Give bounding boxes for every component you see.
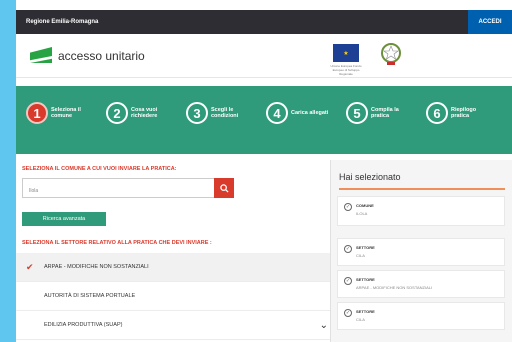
selection-card: ✓ COMUNE ILOLA bbox=[337, 196, 505, 226]
top-bar: Regione Emilia-Romagna ACCEDI bbox=[16, 10, 512, 34]
step-4[interactable]: 4 Carica allegati bbox=[266, 102, 329, 124]
selection-key: SETTORE bbox=[356, 245, 375, 250]
list-item[interactable]: AUTORITÀ DI SISTEMA PORTUALE bbox=[16, 282, 338, 311]
summary-title: Hai selezionato bbox=[339, 172, 401, 182]
search-icon bbox=[219, 183, 229, 193]
summary-panel: Hai selezionato ✓ COMUNE ILOLA ✓ SETTORE… bbox=[330, 160, 512, 342]
step-number: 5 bbox=[346, 102, 368, 124]
step-label: Scegli le condizioni bbox=[211, 106, 239, 120]
selection-card: ✓ SETTORE ARPAE - MODIFICHE NON SOSTANZI… bbox=[337, 270, 505, 298]
step-5[interactable]: 5 Compila la pratica bbox=[346, 102, 409, 124]
check-circle-icon: ✓ bbox=[344, 203, 352, 211]
check-icon: ✔ bbox=[26, 261, 34, 272]
selection-key: COMUNE bbox=[356, 203, 374, 208]
selection-value: ARPAE - MODIFICHE NON SOSTANZIALI bbox=[356, 285, 433, 290]
list-item-label: ARPAE - MODIFICHE NON SOSTANZIALI bbox=[44, 264, 149, 270]
step-label: Cosa vuoi richiedere bbox=[131, 106, 158, 120]
login-button[interactable]: ACCEDI bbox=[468, 10, 512, 34]
region-link[interactable]: Regione Emilia-Romagna bbox=[16, 19, 98, 25]
settore-section-title: SELEZIONA IL SETTORE RELATIVO ALLA PRATI… bbox=[22, 240, 212, 246]
eu-flag-icon: ★ bbox=[333, 44, 359, 62]
summary-divider bbox=[339, 188, 505, 190]
selection-key: SETTORE bbox=[356, 309, 375, 314]
selection-card: ✓ SETTORE CILA bbox=[337, 238, 505, 266]
eu-caption: Unione Europea Fondo Europeo di Sviluppo… bbox=[330, 64, 362, 76]
step-number: 1 bbox=[26, 102, 48, 124]
comune-search-box bbox=[22, 178, 234, 200]
step-label: Carica allegati bbox=[291, 109, 329, 116]
list-item[interactable]: ✔ ARPAE - MODIFICHE NON SOSTANZIALI bbox=[16, 253, 338, 282]
selection-value: ILOLA bbox=[356, 211, 368, 216]
check-circle-icon: ✓ bbox=[344, 277, 352, 285]
selection-key: SETTORE bbox=[356, 277, 375, 282]
selection-value: CILA bbox=[356, 253, 365, 258]
step-number: 6 bbox=[426, 102, 448, 124]
step-label: Riepilogo pratica bbox=[451, 106, 477, 120]
site-header: accesso unitario ★ Unione Europea Fondo … bbox=[16, 34, 512, 78]
selection-card: ✓ SETTORE CILA bbox=[337, 302, 505, 330]
list-item[interactable]: EDILIZIA PRODUTTIVA (SUAP) ⌄ bbox=[16, 311, 338, 340]
chevron-down-icon[interactable]: ⌄ bbox=[320, 320, 328, 331]
selection-value: CILA bbox=[356, 317, 365, 322]
step-6[interactable]: 6 Riepilogo pratica bbox=[426, 102, 489, 124]
wizard-steps: 1 Seleziona il comune 2 Cosa vuoi richie… bbox=[16, 86, 512, 154]
app-title[interactable]: accesso unitario bbox=[58, 49, 145, 63]
step-2[interactable]: 2 Cosa vuoi richiedere bbox=[106, 102, 169, 124]
settore-list: ✔ ARPAE - MODIFICHE NON SOSTANZIALI AUTO… bbox=[16, 253, 338, 340]
step-label: Compila la pratica bbox=[371, 106, 399, 120]
check-circle-icon: ✓ bbox=[344, 245, 352, 253]
check-circle-icon: ✓ bbox=[344, 309, 352, 317]
selection-panel: SELEZIONA IL COMUNE A CUI VUOI INVIARE L… bbox=[16, 154, 338, 342]
step-label: Seleziona il comune bbox=[51, 106, 81, 120]
list-item-label: EDILIZIA PRODUTTIVA (SUAP) bbox=[44, 322, 123, 328]
frame-accent-left bbox=[0, 0, 16, 342]
step-number: 2 bbox=[106, 102, 128, 124]
step-number: 4 bbox=[266, 102, 288, 124]
advanced-search-button[interactable]: Ricerca avanzata bbox=[22, 212, 106, 226]
list-item-label: AUTORITÀ DI SISTEMA PORTUALE bbox=[44, 293, 136, 299]
italian-republic-emblem-icon bbox=[381, 43, 401, 65]
step-3[interactable]: 3 Scegli le condizioni bbox=[186, 102, 249, 124]
step-1[interactable]: 1 Seleziona il comune bbox=[26, 102, 89, 124]
screen: Regione Emilia-Romagna ACCEDI accesso un… bbox=[0, 0, 512, 342]
comune-section-title: SELEZIONA IL COMUNE A CUI VUOI INVIARE L… bbox=[22, 166, 177, 172]
step-number: 3 bbox=[186, 102, 208, 124]
search-button[interactable] bbox=[214, 178, 234, 198]
comune-search-input[interactable] bbox=[23, 182, 213, 200]
